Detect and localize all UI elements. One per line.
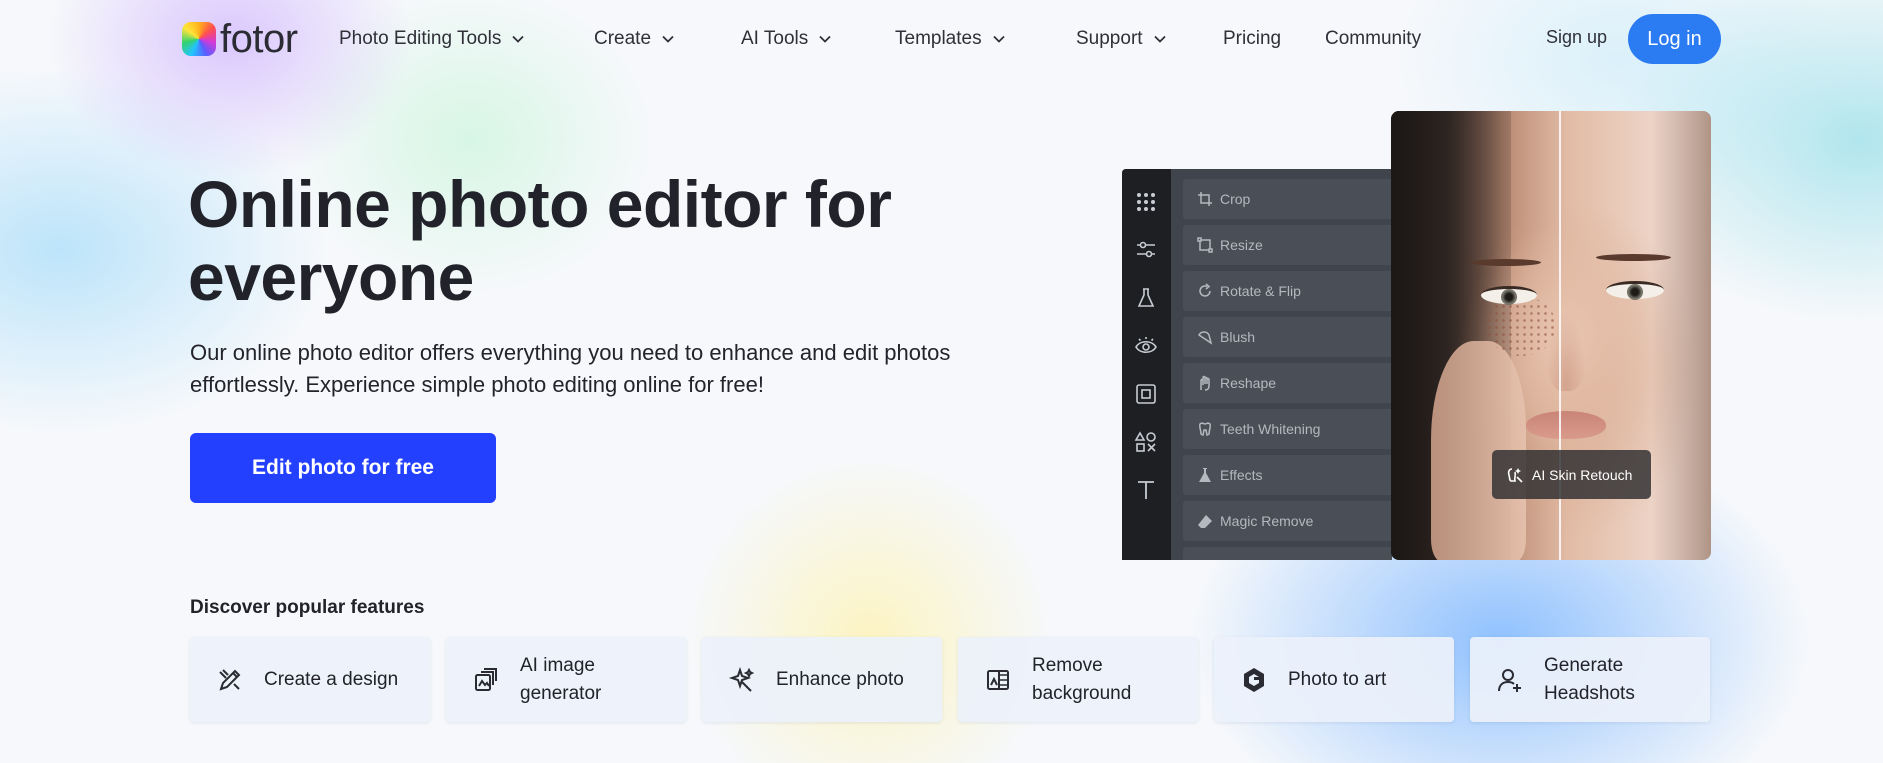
nav-item-label: Community [1325,28,1422,49]
tool-label: Effects [1220,467,1263,483]
fotor-logo[interactable]: fotor [182,17,298,61]
teeth-whitening-icon [1197,421,1213,437]
tool-teeth-whitening[interactable]: Teeth Whitening [1183,409,1392,449]
ai-image-icon [472,666,500,694]
beaker-icon [1134,286,1158,310]
photo-left-iris [1501,289,1517,305]
badge-label: AI Skin Retouch [1532,466,1633,483]
chevron-down-icon [511,32,525,46]
blush-icon [1197,329,1213,345]
resize-icon [1197,237,1213,253]
crop-icon [1197,191,1213,207]
brand-name: fotor [220,17,298,61]
edit-photo-button[interactable]: Edit photo for free [190,433,496,503]
nav-item-label: Photo Editing Tools [339,28,502,49]
shapes-icon [1134,430,1158,454]
feature-cards: Create a design AI image generator Enhan… [190,637,1710,722]
tool-label: Resize [1220,237,1263,253]
nav-item-templates[interactable]: Templates [895,0,1006,78]
photo-right-iris [1627,284,1643,300]
photo-right-brow [1596,254,1671,261]
editor-tool-list: Crop Resize Rotate & Flip Blush Reshape … [1183,179,1392,560]
tool-effects[interactable]: Effects [1183,455,1392,495]
tool-crop[interactable]: Crop [1183,179,1392,219]
feature-label: Generate Headshots [1544,654,1635,704]
feature-card-create-design[interactable]: Create a design [190,637,430,722]
top-navigation: fotor Photo Editing Tools Create AI Tool… [0,0,1883,78]
enhance-sparkle-icon [728,666,756,694]
tool-label: Reshape [1220,375,1277,391]
headshot-icon [1496,666,1524,694]
frame-icon [1134,382,1158,406]
chevron-down-icon [818,32,832,46]
feature-card-enhance-photo[interactable]: Enhance photo [702,637,942,722]
feature-label: Photo to art [1288,668,1387,690]
feature-label: AI image generator [520,654,602,704]
apps-grid-icon [1134,190,1158,214]
editor-icon-rail [1122,169,1171,560]
remove-background-icon [984,666,1012,694]
nav-item-community[interactable]: Community [1325,0,1421,78]
adjust-sliders-icon [1134,238,1158,262]
tool-rotate-flip[interactable]: Rotate & Flip [1183,271,1392,311]
photo-lips [1526,411,1606,439]
tool-label: Teeth Whitening [1220,421,1321,437]
eye-icon [1134,334,1158,358]
magic-retouch-icon [1506,466,1524,484]
feature-label: Remove background [1032,654,1132,704]
chevron-down-icon [992,32,1006,46]
nav-item-label: Support [1076,28,1143,49]
nav-item-ai-tools[interactable]: AI Tools [741,0,832,78]
tool-magic-remove[interactable]: Magic Remove [1183,501,1392,541]
design-pen-icon [216,666,244,694]
photo-to-art-icon [1240,666,1268,694]
tool-reshape[interactable]: Reshape [1183,363,1392,403]
tool-label: Crop [1220,191,1251,207]
feature-card-photo-to-art[interactable]: Photo to art [1214,637,1454,722]
nav-item-label: AI Tools [741,28,809,49]
eraser-icon [1197,513,1213,529]
log-in-button[interactable]: Log in [1628,14,1721,64]
tool-label: Rotate & Flip [1220,283,1301,299]
photo-left-brow [1471,259,1541,266]
tool-blush[interactable]: Blush [1183,317,1392,357]
tool-more[interactable] [1183,547,1392,560]
nav-item-label: Templates [895,28,982,49]
chevron-down-icon [661,32,675,46]
fotor-logo-icon [182,22,216,56]
feature-card-remove-background[interactable]: Remove background [958,637,1198,722]
feature-label: Create a design [264,668,399,690]
feature-card-generate-headshots[interactable]: Generate Headshots [1470,637,1710,722]
nav-item-label: Pricing [1223,28,1282,49]
tool-resize[interactable]: Resize [1183,225,1392,265]
nav-item-pricing[interactable]: Pricing [1223,0,1281,78]
features-heading: Discover popular features [190,597,425,618]
page-title: Online photo editor for everyone [188,167,892,314]
text-icon [1134,478,1158,502]
tool-label: Magic Remove [1220,513,1314,529]
photo-hair-right [1651,111,1711,560]
hero-subtitle: Our online photo editor offers everythin… [190,340,951,397]
feature-label: Enhance photo [776,668,904,690]
nav-item-label: Create [594,28,652,49]
nav-item-photo-editing-tools[interactable]: Photo Editing Tools [339,0,525,78]
reshape-icon [1197,375,1213,391]
nav-item-support[interactable]: Support [1076,0,1167,78]
nav-item-create[interactable]: Create [594,0,675,78]
tool-label: Blush [1220,329,1256,345]
ai-skin-retouch-badge: AI Skin Retouch [1492,450,1651,499]
photo-nose [1546,311,1586,391]
effects-icon [1197,467,1213,483]
feature-card-ai-image-generator[interactable]: AI image generator [446,637,686,722]
rotate-icon [1197,283,1213,299]
editor-preview: Crop Resize Rotate & Flip Blush Reshape … [1122,169,1392,560]
chevron-down-icon [1153,32,1167,46]
sign-up-link[interactable]: Sign up [1546,27,1607,48]
